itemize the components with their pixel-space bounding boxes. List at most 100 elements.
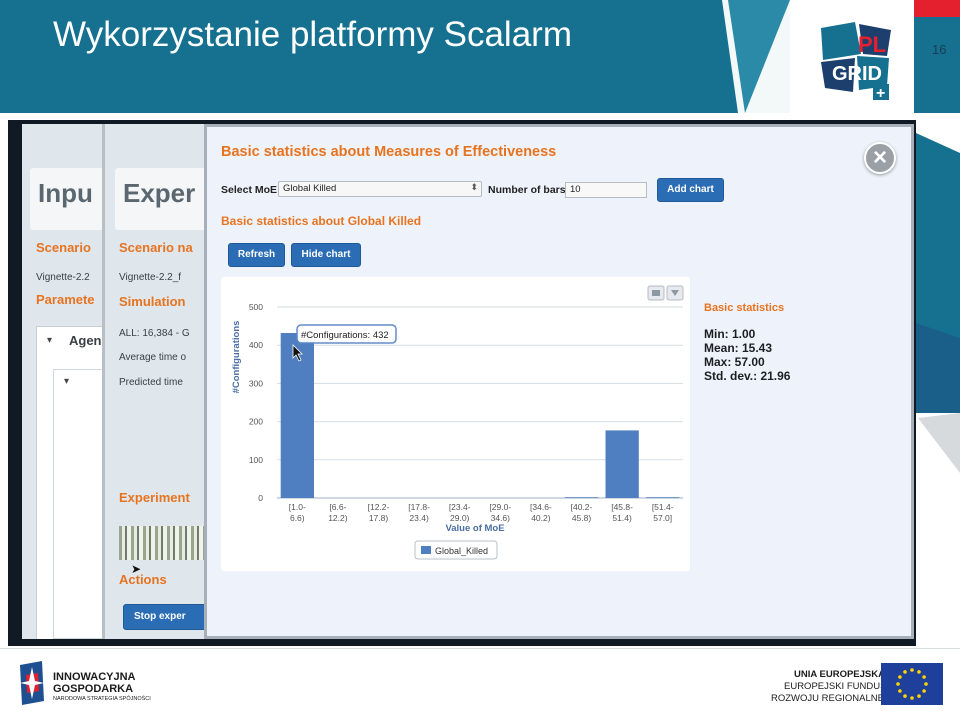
histogram-chart: 0 100 200 300 400 500 [1.0-6.6) [6.6-12.2) [12.… [231,285,684,560]
x-tick-label: 45.8) [572,513,592,523]
logo-plus-text: + [876,85,885,102]
stat-max: Max: 57.00 [704,355,765,369]
y-tick-label: 400 [249,340,263,350]
x-tick-label: [12.2- [368,502,390,512]
panel1-heading: Inpu [30,168,106,230]
x-tick-label: 12.2) [328,513,348,523]
panel2-label-scenario-name: Scenario na [119,240,193,255]
mouse-cursor-icon: ➤ [131,562,142,576]
background-panel-experiment: Exper Scenario na Vignette-2.2_f Simulat… [102,124,206,639]
panel1-label-scenario: Scenario [36,240,91,255]
chart-tooltip: #Configurations: 432 [296,324,397,344]
logo-pl-text: PL [858,32,886,57]
histogram-bar[interactable] [605,430,639,498]
eu-flag-icon [881,663,943,705]
x-tick-label: [51.4- [652,502,674,512]
number-of-bars-input[interactable]: 10 [565,182,647,198]
slide-number: 16 [932,42,947,57]
select-moe-label: Select MoE: [221,184,281,196]
panel1-label-parameters: Paramete [36,292,95,307]
stat-mean: Mean: 15.43 [704,341,773,355]
panel2-text-predicted-time: Predicted time [119,377,183,388]
screenshot-bottom-band [8,640,916,646]
right-decoration [916,113,960,648]
stats-title: Basic statistics [704,302,785,314]
red-corner-accent [914,0,960,17]
y-tick-label: 0 [258,493,263,503]
footer-left-line2: GOSPODARKA [53,683,134,695]
x-tick-label: [6.6- [329,502,346,512]
download-icon[interactable] [666,285,684,301]
x-tick-label: 23.4) [409,513,429,523]
dialog-title: Basic statistics about Measures of Effec… [221,144,557,160]
y-tick-label: 100 [249,455,263,465]
x-tick-label: [29.0- [489,502,511,512]
x-tick-label: 57.0] [653,513,672,523]
number-of-bars-label: Number of bars: [488,184,570,196]
refresh-button[interactable]: Refresh [228,243,285,267]
x-tick-label: [23.4- [449,502,471,512]
y-axis-label: #Configurations [231,321,242,394]
logo-grid-text: GRID [832,63,882,85]
slide-footer: INNOWACYJNA GOSPODARKA NARODOWA STRATEGI… [0,648,960,711]
panel1-tree: ▾ Agen ▾ [36,326,112,639]
chart-panel: 0 100 200 300 400 500 [1.0- 6.6) [6.6- 12.2) [12.… [221,277,690,571]
hide-chart-button[interactable]: Hide chart [291,243,361,267]
collapse-arrow-icon-2[interactable]: ▾ [64,376,69,387]
moe-select-value: Global Killed [283,183,337,194]
x-tick-label: [40.2- [571,502,593,512]
chart-subtitle: Basic statistics about Global Killed [221,214,422,228]
x-axis-label: Value of MoE [445,523,504,534]
chart-legend[interactable]: Global_Killed [414,540,498,560]
slide-title: Wykorzystanie platformy Scalarm [53,15,572,54]
footer-right-line2: EUROPEJSKI FUNDUSZ [784,681,893,692]
collapse-arrow-icon[interactable]: ▾ [47,335,52,346]
stop-experiment-button[interactable]: Stop exper [123,604,206,630]
y-tick-label: 200 [249,417,263,427]
panel2-label-actions: Actions [119,572,167,587]
panel2-text-all: ALL: 16,384 - G [119,328,190,339]
histogram-bar[interactable] [646,497,680,498]
select-arrows-icon: ⬍ [470,182,478,192]
moe-select[interactable]: Global Killed ⬍ [278,181,482,197]
plgrid-logo: PL GRID + [821,22,891,102]
stat-std-dev: Std. dev.: 21.96 [704,369,791,383]
background-panel-inputs: Inpu Scenario Vignette-2.2 Paramete ▾ Ag… [22,124,112,639]
x-tick-label: 17.8) [369,513,389,523]
panel2-label-experiment: Experiment [119,490,190,505]
footer-right-line1: UNIA EUROPEJSKA [794,669,885,680]
slide-header: Wykorzystanie platformy Scalarm PL GRID … [0,0,960,113]
panel2-heading: Exper [115,168,206,230]
histogram-bar[interactable] [564,497,599,498]
tooltip-text: #Configurations: 432 [301,330,389,341]
footer-left-line1: INNOWACYJNA [53,671,136,683]
panel2-text-average-time: Average time o [119,352,187,363]
close-icon[interactable]: × [864,142,896,174]
innowacyjna-gospodarka-logo-icon [20,661,44,705]
legend-series-name: Global_Killed [435,546,488,556]
x-tick-label: 6.6) [290,513,305,523]
stat-min: Min: 1.00 [704,327,756,341]
footer-right-line3: ROZWOJU REGIONALNEGO [771,693,899,704]
panel2-label-simulation: Simulation [119,294,186,309]
x-tick-label: [17.8- [408,502,430,512]
x-tick-label: 40.2) [531,513,551,523]
x-tick-label: [1.0- [289,502,306,512]
x-tick-label: [45.8- [611,502,633,512]
x-tick-label: 29.0) [450,513,470,523]
add-chart-button[interactable]: Add chart [657,178,724,202]
x-tick-label: 34.6) [491,513,511,523]
panel1-text-agents: Agen [69,333,102,348]
experiment-progress-bar [119,526,205,560]
panel2-text-vignette: Vignette-2.2_f [119,272,182,283]
statistics-dialog: Basic statistics about Measures of Effec… [204,124,914,639]
y-tick-label: 500 [249,302,263,312]
y-tick-label: 300 [249,378,263,388]
footer-left-line3: NARODOWA STRATEGIA SPÓJNOŚCI [53,696,151,702]
panel1-text-vignette: Vignette-2.2 [36,272,90,283]
slide: Wykorzystanie platformy Scalarm PL GRID … [0,0,960,711]
x-tick-label: 51.4) [612,513,632,523]
x-tick-label: [34.6- [530,502,552,512]
print-icon[interactable] [647,285,665,301]
app-screenshot: Inpu Scenario Vignette-2.2 Paramete ▾ Ag… [8,120,916,643]
